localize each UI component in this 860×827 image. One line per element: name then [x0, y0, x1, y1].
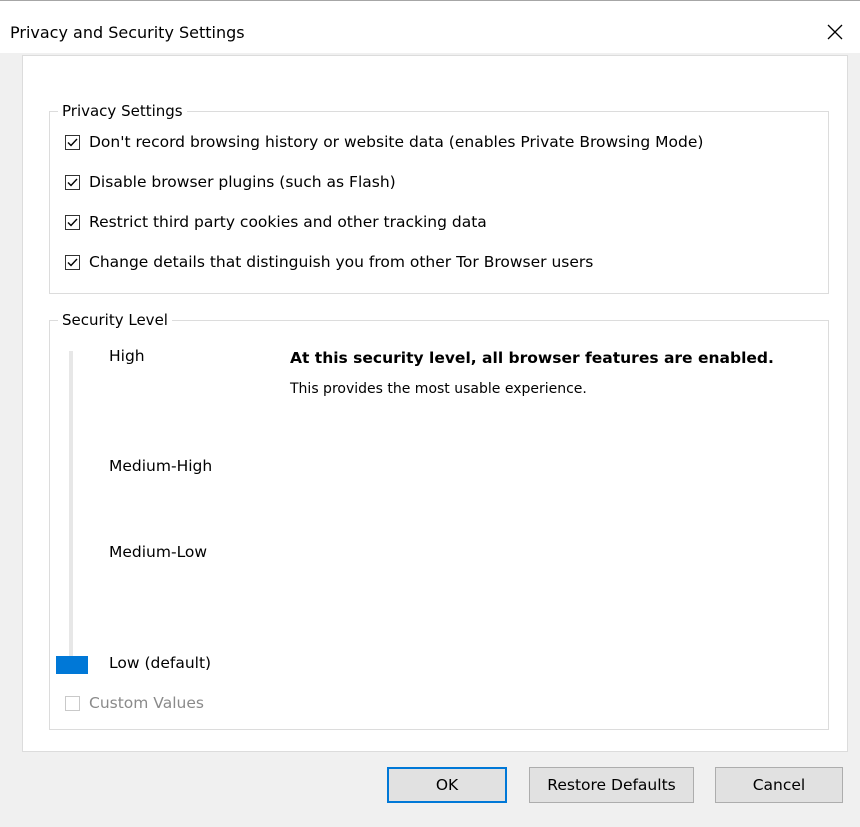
custom-values-checkbox	[65, 695, 80, 711]
privacy-settings-group: Privacy Settings Don't record browsing h…	[49, 101, 829, 294]
security-level-group: Security Level High Medium-High Medium-L…	[49, 310, 829, 730]
restrict-cookies-option[interactable]: Restrict third party cookies and other t…	[65, 212, 487, 232]
disable-plugins-option[interactable]: Disable browser plugins (such as Flash)	[65, 172, 396, 192]
level-high-label[interactable]: High	[109, 347, 145, 365]
private-browsing-checkbox[interactable]	[65, 134, 80, 150]
restrict-cookies-label: Restrict third party cookies and other t…	[89, 213, 487, 231]
level-medium-low-label[interactable]: Medium-Low	[109, 543, 207, 561]
checkmark-icon	[67, 178, 78, 187]
ok-button[interactable]: OK	[387, 767, 507, 803]
custom-values-label: Custom Values	[89, 694, 204, 712]
fingerprinting-option[interactable]: Change details that distinguish you from…	[65, 252, 593, 272]
restrict-cookies-checkbox[interactable]	[65, 214, 80, 230]
disable-plugins-checkbox[interactable]	[65, 174, 80, 190]
settings-panel: Privacy Settings Don't record browsing h…	[22, 55, 848, 752]
checkmark-icon	[67, 218, 78, 227]
security-level-description: This provides the most usable experience…	[290, 381, 587, 397]
security-slider-track[interactable]	[69, 351, 73, 663]
security-slider-thumb[interactable]	[56, 656, 88, 674]
private-browsing-label: Don't record browsing history or website…	[89, 133, 704, 151]
close-icon	[827, 24, 843, 40]
level-medium-high-label[interactable]: Medium-High	[109, 457, 212, 475]
cancel-button[interactable]: Cancel	[715, 767, 843, 803]
window-title: Privacy and Security Settings	[10, 23, 245, 42]
close-button[interactable]	[818, 15, 852, 49]
checkmark-icon	[67, 138, 78, 147]
custom-values-option: Custom Values	[65, 694, 204, 712]
fingerprinting-checkbox[interactable]	[65, 254, 80, 270]
security-level-legend: Security Level	[58, 310, 172, 330]
fingerprinting-label: Change details that distinguish you from…	[89, 253, 594, 271]
privacy-settings-legend: Privacy Settings	[58, 101, 187, 121]
checkmark-icon	[67, 258, 78, 267]
level-low-label[interactable]: Low (default)	[109, 654, 211, 672]
disable-plugins-label: Disable browser plugins (such as Flash)	[89, 173, 396, 191]
security-level-heading: At this security level, all browser feat…	[290, 349, 774, 367]
title-bar: Privacy and Security Settings	[0, 1, 860, 53]
private-browsing-option[interactable]: Don't record browsing history or website…	[65, 132, 703, 152]
dialog-client-area: Privacy Settings Don't record browsing h…	[0, 53, 860, 827]
restore-defaults-button[interactable]: Restore Defaults	[529, 767, 694, 803]
